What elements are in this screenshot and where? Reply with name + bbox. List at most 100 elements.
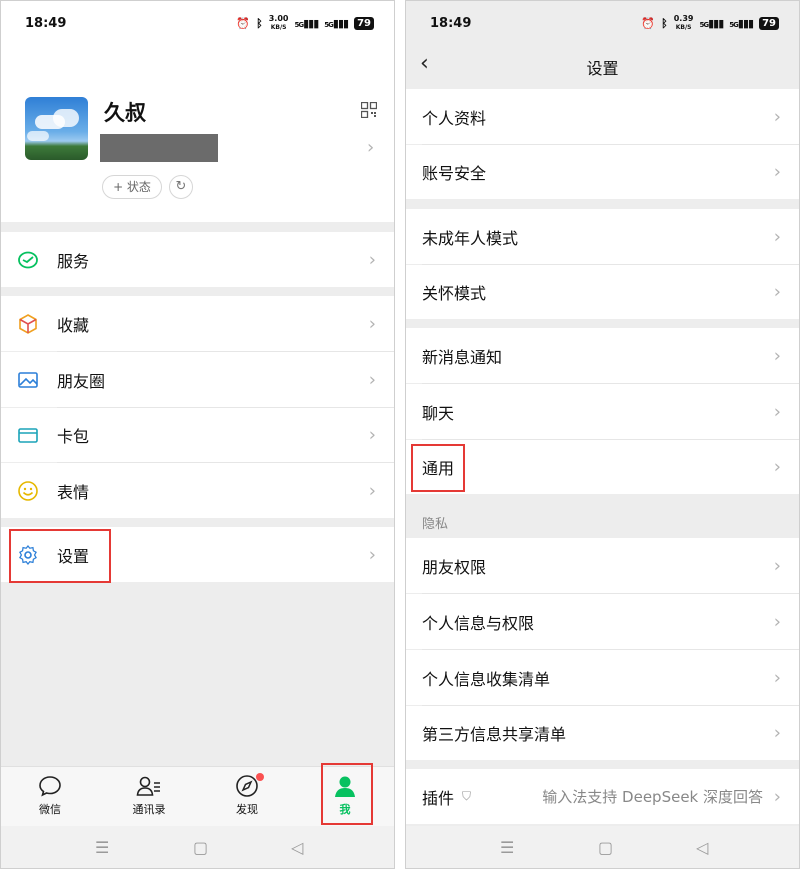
tab-label: 通讯录 (132, 803, 166, 816)
home-nav-icon[interactable]: ▢ (598, 838, 613, 857)
settings-label: 未成年人模式 (422, 228, 519, 248)
add-status-button[interactable]: + 状态 (102, 175, 162, 199)
tab-chats[interactable]: 微信 (20, 771, 80, 817)
settings-item-chat[interactable]: 聊天 › (406, 384, 799, 439)
settings-item-profile[interactable]: 个人资料 › (406, 89, 799, 144)
settings-item-friend-permissions[interactable]: 朋友权限 › (406, 538, 799, 593)
chevron-right-icon: › (773, 345, 781, 366)
highlight-box-settings (9, 529, 111, 583)
chevron-right-icon: › (368, 480, 376, 501)
menu-item-stickers[interactable]: 表情 › (1, 463, 394, 518)
chevron-right-icon: › (773, 722, 781, 744)
back-nav-icon[interactable]: ◁ (291, 838, 303, 857)
battery-icon: 79 (354, 16, 374, 30)
settings-label: 个人信息收集清单 (422, 669, 551, 689)
wechat-id-redacted (100, 134, 218, 162)
signal-2-icon: 5G▮▮▮ (729, 16, 754, 30)
menu-label: 收藏 (57, 315, 90, 335)
network-speed: 0.39 KB/S (673, 13, 694, 31)
menu-item-favorites[interactable]: 收藏 › (1, 296, 394, 351)
chevron-right-icon: › (773, 786, 781, 807)
status-time: 18:49 (25, 15, 67, 31)
chevron-right-icon: › (773, 161, 781, 183)
page-title: 设置 (586, 59, 619, 78)
status-time: 18:49 (430, 15, 472, 31)
tab-contacts[interactable]: 通讯录 (119, 771, 179, 817)
settings-item-personal-info-permissions[interactable]: 个人信息与权限 › (406, 594, 799, 649)
chat-bubble-icon (20, 771, 80, 801)
home-nav-icon[interactable]: ▢ (193, 838, 208, 857)
settings-label: 关怀模式 (422, 284, 487, 303)
system-nav-bar: ☰ ▢ ◁ (1, 826, 394, 868)
highlight-box-me-tab (321, 763, 373, 825)
menu-label: 服务 (57, 251, 90, 271)
highlight-box-general (411, 444, 465, 492)
network-speed: 3.00 KB/S (268, 13, 289, 31)
settings-label: 朋友权限 (422, 557, 487, 577)
settings-item-notifications[interactable]: 新消息通知 › (406, 328, 799, 383)
settings-label: 新消息通知 (422, 347, 503, 367)
bluetooth-icon: ᛒ (661, 16, 668, 30)
settings-item-care-mode[interactable]: 关怀模式 › (406, 265, 799, 319)
settings-item-plugins[interactable]: 插件 ⛉ 输入法支持 DeepSeek 深度回答 › (406, 769, 799, 824)
status-bar: 18:49 ⏰ ᛒ 3.00 KB/S 5G▮▮▮ 5G▮▮▮ 79 (1, 1, 394, 45)
compass-icon (217, 771, 277, 801)
chevron-right-icon: › (368, 313, 376, 334)
refresh-status-button[interactable]: ↻ (169, 175, 193, 199)
chevron-right-icon: › (367, 137, 375, 158)
plugin-hint: 输入法支持 DeepSeek 深度回答 (542, 788, 763, 806)
settings-screen: 18:49 ⏰ ᛒ 0.39 KB/S 5G▮▮▮ 5G▮▮▮ 79 ‹ 设置 个… (405, 0, 800, 869)
notification-dot (256, 773, 264, 781)
chevron-right-icon: › (773, 667, 781, 688)
me-screen: 18:49 ⏰ ᛒ 3.00 KB/S 5G▮▮▮ 5G▮▮▮ 79 久叔 › +… (0, 0, 395, 869)
tab-discover[interactable]: 发现 (217, 771, 277, 817)
moments-icon (17, 369, 39, 391)
smiley-icon (17, 480, 39, 502)
menu-label: 表情 (57, 482, 90, 502)
menu-item-moments[interactable]: 朋友圈 › (1, 352, 394, 407)
menu-label: 卡包 (57, 427, 90, 446)
chevron-right-icon: › (773, 611, 781, 632)
settings-label: 插件 (422, 788, 455, 808)
menu-item-services[interactable]: 服务 › (1, 232, 394, 287)
services-icon (17, 249, 39, 271)
settings-item-account-security[interactable]: 账号安全 › (406, 145, 799, 199)
back-nav-icon[interactable]: ◁ (696, 838, 708, 857)
settings-label: 第三方信息共享清单 (422, 725, 567, 744)
signal-icon: 5G▮▮▮ (699, 16, 724, 30)
favorites-icon (17, 313, 39, 335)
battery-icon: 79 (759, 16, 779, 30)
menu-nav-icon[interactable]: ☰ (95, 838, 109, 857)
tab-label: 发现 (236, 803, 258, 816)
settings-item-minor-mode[interactable]: 未成年人模式 › (406, 209, 799, 264)
settings-label: 个人资料 (422, 108, 487, 128)
settings-label: 聊天 (422, 403, 455, 423)
card-wallet-icon (17, 424, 39, 446)
chevron-right-icon: › (773, 106, 781, 127)
system-nav-bar: ☰ ▢ ◁ (406, 826, 799, 868)
settings-item-third-party-sharing[interactable]: 第三方信息共享清单 › (406, 706, 799, 760)
chevron-right-icon: › (368, 369, 376, 390)
profile-card[interactable]: 久叔 › + 状态 ↻ (1, 45, 394, 222)
chevron-right-icon: › (773, 555, 781, 576)
profile-name: 久叔 (104, 101, 146, 125)
contacts-icon (119, 771, 179, 801)
menu-label: 朋友圈 (57, 371, 106, 391)
avatar[interactable] (25, 97, 88, 160)
qr-code-icon[interactable] (360, 101, 378, 119)
chevron-right-icon: › (773, 281, 781, 303)
chevron-right-icon: › (368, 544, 376, 565)
settings-label: 账号安全 (422, 164, 487, 183)
privacy-section-header: 隐私 (422, 517, 449, 532)
alarm-icon: ⏰ (236, 16, 251, 30)
refresh-icon: ↻ (175, 179, 187, 194)
menu-item-cards[interactable]: 卡包 › (1, 408, 394, 462)
menu-nav-icon[interactable]: ☰ (500, 838, 514, 857)
chevron-right-icon: › (773, 456, 781, 478)
settings-label: 个人信息与权限 (422, 613, 535, 633)
bluetooth-icon: ᛒ (256, 16, 263, 30)
status-bar: 18:49 ⏰ ᛒ 0.39 KB/S 5G▮▮▮ 5G▮▮▮ 79 (406, 1, 799, 45)
settings-item-info-collection-list[interactable]: 个人信息收集清单 › (406, 650, 799, 705)
chevron-right-icon: › (368, 424, 376, 446)
chevron-right-icon: › (773, 401, 781, 422)
